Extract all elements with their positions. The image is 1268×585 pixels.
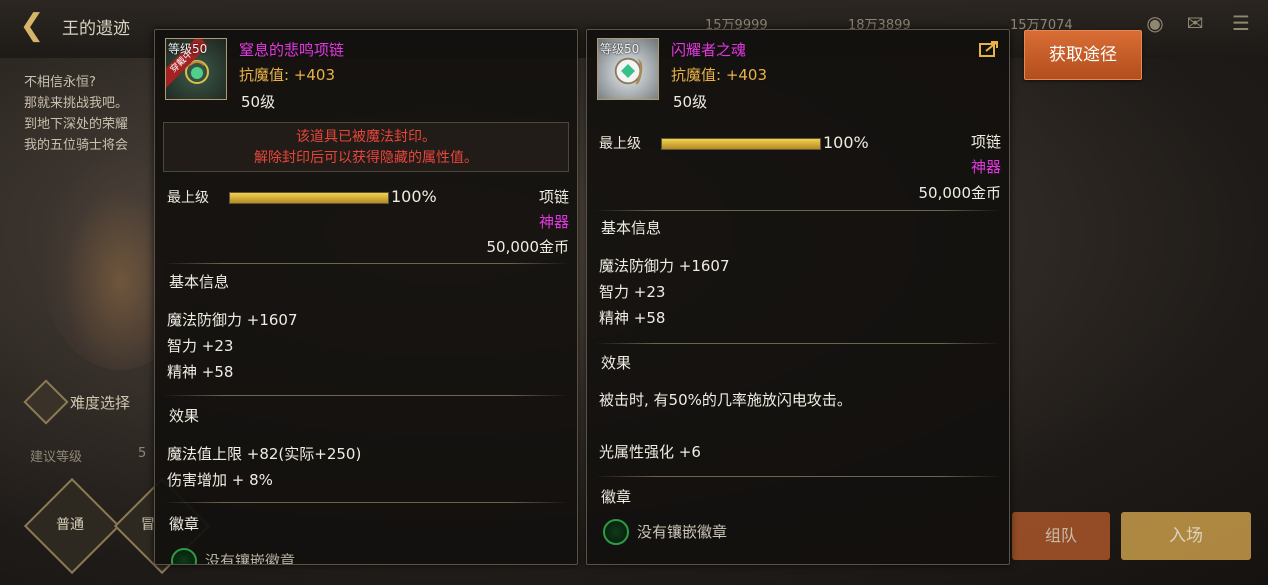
- emblem-title: 徽章: [169, 515, 200, 533]
- enhance-progress-bar: [229, 192, 389, 204]
- emblem-slot-icon: [171, 548, 197, 564]
- progress-percent: 100%: [823, 133, 869, 152]
- item-main-stat: 抗魔值: +403: [239, 66, 336, 84]
- basic-info-title: 基本信息: [601, 219, 662, 237]
- suggest-level-value: 5: [138, 446, 147, 461]
- stage-title: 王的遗迹: [62, 19, 130, 39]
- suggest-level-label: 建议等级: [30, 450, 83, 465]
- item-icon: 等级50: [597, 38, 659, 100]
- basic-stat: 精神 +58: [599, 309, 666, 327]
- divider: [163, 263, 569, 264]
- emblem-title: 徽章: [601, 488, 632, 506]
- equipped-item-tooltip: 穿戴中 等级50 窒息的悲鸣项链 抗魔值: +403 50级 该道具已被魔法封印…: [154, 29, 578, 565]
- mail-icon[interactable]: ✉: [1182, 10, 1208, 36]
- effect-title: 效果: [169, 407, 200, 425]
- item-level: 50级: [673, 93, 708, 111]
- mode-normal-label: 普通: [56, 517, 84, 533]
- divider: [595, 476, 1001, 477]
- effect-line: 光属性强化 +6: [599, 443, 701, 461]
- seal-line: 解除封印后可以获得隐藏的属性值。: [254, 150, 478, 166]
- basic-stat: 魔法防御力 +1607: [599, 257, 730, 275]
- progress-fill: [230, 193, 388, 203]
- basic-stat: 智力 +23: [167, 337, 234, 355]
- divider: [595, 343, 1001, 344]
- effect-line: 魔法值上限 +82(实际+250): [167, 445, 362, 463]
- item-price: 50,000金币: [918, 184, 1002, 202]
- item-level: 50级: [241, 93, 276, 111]
- effect-line: 伤害增加 + 8%: [167, 471, 273, 489]
- enter-button[interactable]: 入场: [1121, 512, 1251, 560]
- effect-title: 效果: [601, 354, 632, 372]
- item-type: 项链: [970, 133, 1001, 151]
- bag-icon[interactable]: ◉: [1142, 10, 1168, 36]
- emblem-slot-icon: [603, 519, 629, 545]
- soul-gem-icon: [614, 57, 643, 86]
- desc-line: 那就来挑战我吧。: [24, 96, 129, 111]
- difficulty-label: 难度选择: [70, 393, 131, 412]
- item-name: 闪耀者之魂: [671, 41, 747, 59]
- progress-fill: [662, 139, 820, 149]
- divider: [163, 395, 569, 396]
- divider: [595, 210, 1001, 211]
- desc-line: 到地下深处的荣耀: [24, 117, 129, 132]
- emblem-text: 没有镶嵌徽章: [205, 552, 296, 565]
- emblem-text: 没有镶嵌徽章: [637, 523, 728, 541]
- basic-stat: 智力 +23: [599, 283, 666, 301]
- basic-info-title: 基本信息: [169, 273, 230, 291]
- difficulty-icon: [23, 379, 69, 425]
- obtain-source-button[interactable]: 获取途径: [1024, 30, 1142, 80]
- progress-percent: 100%: [391, 187, 437, 206]
- divider: [163, 502, 569, 503]
- item-level-tag: 等级50: [600, 42, 640, 56]
- back-arrow-icon[interactable]: ❮: [12, 8, 52, 44]
- item-name: 窒息的悲鸣项链: [239, 41, 345, 59]
- basic-stat: 精神 +58: [167, 363, 234, 381]
- max-level-label: 最上级: [599, 136, 641, 152]
- enhance-progress-bar: [661, 138, 821, 150]
- seal-line: 该道具已被魔法封印。: [296, 129, 436, 145]
- team-button[interactable]: 组队: [1012, 512, 1110, 560]
- item-main-stat: 抗魔值: +403: [671, 66, 768, 84]
- menu-icon[interactable]: ☰: [1228, 10, 1254, 36]
- item-rarity: 神器: [970, 158, 1001, 176]
- item-type: 项链: [538, 188, 569, 206]
- item-level-tag: 等级50: [168, 42, 208, 56]
- basic-stat: 魔法防御力 +1607: [167, 311, 298, 329]
- desc-line: 不相信永恒?: [24, 75, 96, 90]
- effect-line: 被击时, 有50%的几率施放闪电攻击。: [599, 391, 852, 409]
- stage-description: 不相信永恒? 那就来挑战我吧。 到地下深处的荣耀 我的五位骑士将会: [24, 72, 128, 156]
- item-icon: 穿戴中 等级50: [165, 38, 227, 100]
- item-price: 50,000金币: [486, 238, 570, 256]
- compare-item-tooltip: 等级50 闪耀者之魂 抗魔值: +403 50级 最上级 100% 项链 神器 …: [586, 29, 1010, 565]
- item-rarity: 神器: [538, 213, 569, 231]
- seal-notice: 该道具已被魔法封印。 解除封印后可以获得隐藏的属性值。: [163, 122, 569, 172]
- max-level-label: 最上级: [167, 190, 209, 206]
- share-icon[interactable]: [979, 40, 999, 58]
